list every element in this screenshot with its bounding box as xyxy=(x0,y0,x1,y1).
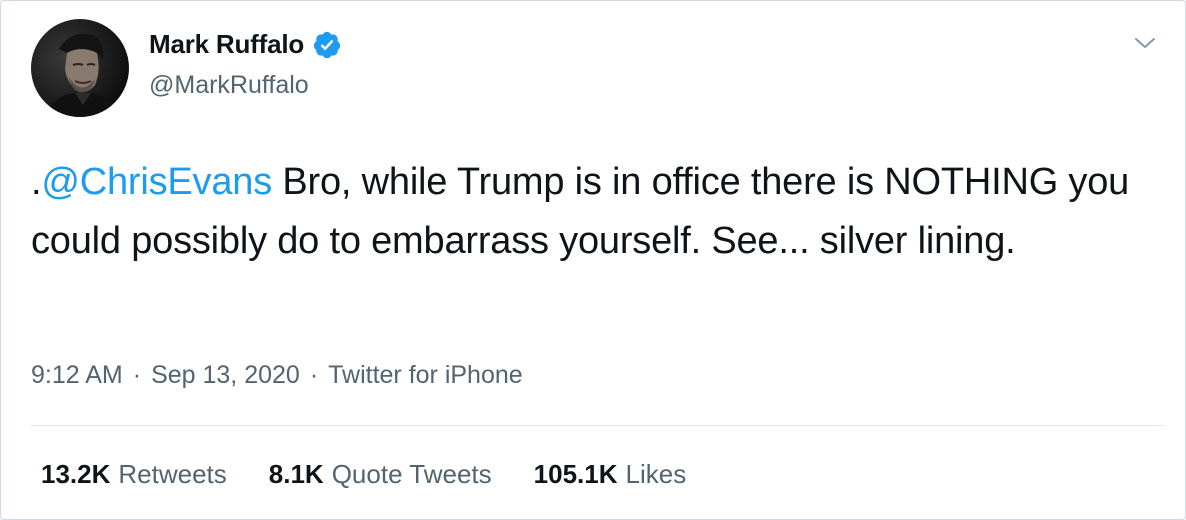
mention-link[interactable]: @ChrisEvans xyxy=(41,161,272,203)
tweet-time[interactable]: 9:12 AM xyxy=(31,361,123,390)
quote-tweets-count: 8.1K xyxy=(268,459,324,489)
divider xyxy=(31,425,1165,426)
retweets-stat[interactable]: 13.2K Retweets xyxy=(41,459,227,490)
retweets-count: 13.2K xyxy=(41,459,111,489)
likes-stat[interactable]: 105.1K Likes xyxy=(534,459,687,490)
author-display-name[interactable]: Mark Ruffalo xyxy=(149,29,304,60)
verified-badge-icon xyxy=(313,31,341,58)
tweet-text: .@ChrisEvans Bro, while Trump is in offi… xyxy=(31,153,1151,271)
tweet-prefix: . xyxy=(31,161,42,203)
tweet-meta: 9:12 AM · Sep 13, 2020 · Twitter for iPh… xyxy=(31,361,523,390)
quote-tweets-stat[interactable]: 8.1K Quote Tweets xyxy=(269,459,492,490)
retweets-label: Retweets xyxy=(118,459,227,489)
tweet-source-link[interactable]: Twitter for iPhone xyxy=(328,361,523,390)
tweet-card: Mark Ruffalo @MarkRuffalo .@ChrisEvans B… xyxy=(0,0,1186,520)
meta-separator: · xyxy=(309,361,319,389)
avatar[interactable] xyxy=(31,19,129,117)
author-handle[interactable]: @MarkRuffalo xyxy=(149,71,309,100)
tweet-date[interactable]: Sep 13, 2020 xyxy=(151,361,300,390)
likes-label: Likes xyxy=(625,459,687,489)
author-name-row: Mark Ruffalo xyxy=(149,29,342,60)
engagement-stats: 13.2K Retweets 8.1K Quote Tweets 105.1K … xyxy=(41,459,686,490)
chevron-down-icon[interactable] xyxy=(1133,31,1157,55)
meta-separator: · xyxy=(132,361,142,389)
likes-count: 105.1K xyxy=(533,459,618,489)
avatar-photo xyxy=(31,19,129,117)
quote-tweets-label: Quote Tweets xyxy=(331,459,492,489)
